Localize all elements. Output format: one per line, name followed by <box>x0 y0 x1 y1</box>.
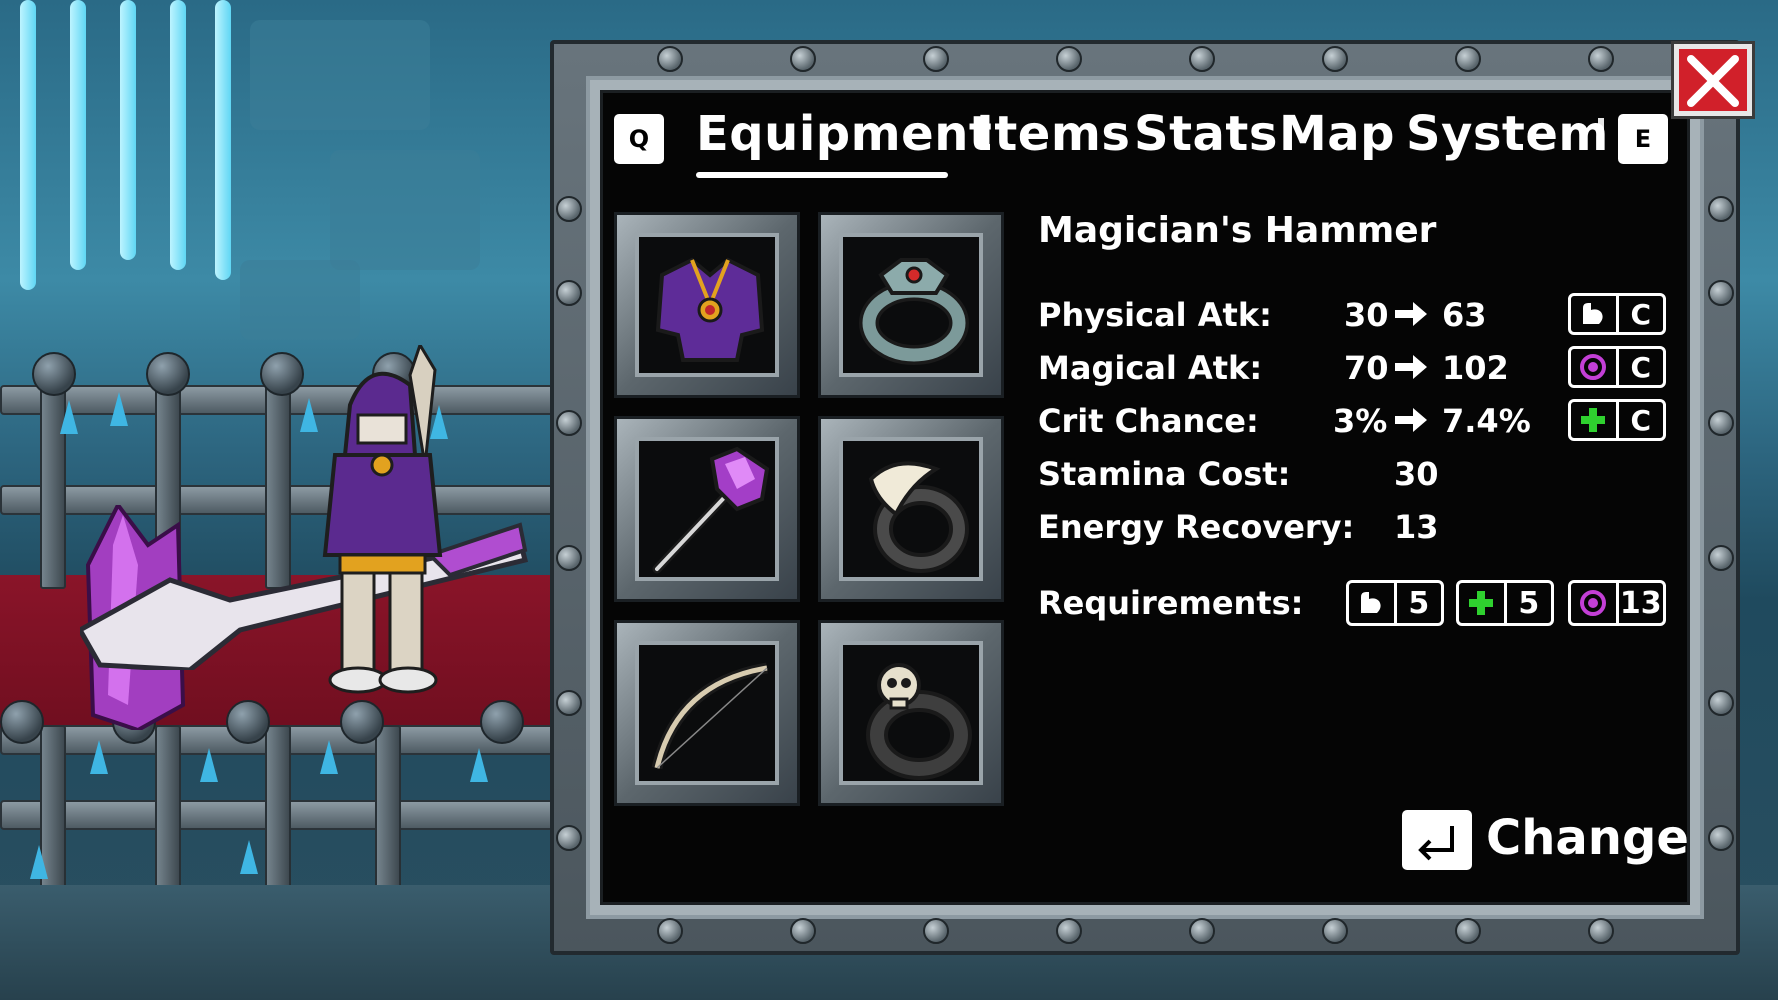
dexterity-icon <box>1459 583 1504 623</box>
equip-slot-armor[interactable] <box>614 212 800 398</box>
stat-label-magical-atk: Magical Atk: <box>1038 349 1263 387</box>
stat-label-physical-atk: Physical Atk: <box>1038 296 1272 334</box>
arrow-right-icon <box>1395 302 1427 326</box>
stat-to-magical-atk: 102 <box>1442 349 1509 387</box>
stat-from-magical-atk: 70 <box>1344 349 1389 387</box>
scaling-grade: C <box>1615 296 1664 332</box>
item-name: Magician's Hammer <box>1038 210 1437 251</box>
change-key[interactable] <box>1402 810 1472 870</box>
requirement-strength: 5 <box>1346 580 1444 626</box>
hidden-tab-edge <box>1598 118 1604 150</box>
tab-stats[interactable]: Stats <box>1134 106 1278 162</box>
requirement-magic: 13 <box>1568 580 1666 626</box>
active-tab-underline <box>696 172 948 178</box>
stat-label-crit-chance: Crit Chance: <box>1038 402 1259 440</box>
stat-value-energy-recovery: 13 <box>1394 508 1439 546</box>
requirements-label: Requirements: <box>1038 584 1304 622</box>
purple-armor-icon <box>655 257 765 362</box>
stat-label-energy-recovery: Energy Recovery: <box>1038 508 1355 546</box>
requirement-value: 5 <box>1393 583 1442 623</box>
arrow-right-icon <box>1395 408 1427 432</box>
scaling-grade: C <box>1615 402 1664 438</box>
stat-label-stamina-cost: Stamina Cost: <box>1038 455 1291 493</box>
enter-key-icon <box>1418 826 1454 861</box>
requirement-value: 13 <box>1615 583 1664 623</box>
equip-slot-ring-1[interactable] <box>818 212 1004 398</box>
equip-slot-weapon[interactable] <box>614 416 800 602</box>
close-button[interactable] <box>1674 44 1752 116</box>
hooded-mage-character <box>322 345 443 694</box>
magic-icon <box>1571 349 1616 385</box>
tab-system[interactable]: System <box>1406 106 1609 162</box>
requirement-dexterity: 5 <box>1456 580 1554 626</box>
crystal-hammer-icon <box>652 446 770 574</box>
requirement-value: 5 <box>1503 583 1552 623</box>
strength-icon <box>1571 296 1616 332</box>
fang-ring-icon <box>868 461 969 573</box>
close-icon <box>1687 55 1739 107</box>
tab-equipment[interactable]: Equipment <box>696 106 992 162</box>
equip-slot-offhand[interactable] <box>614 620 800 806</box>
skull-ring-icon <box>866 663 972 780</box>
equip-slot-ring-2[interactable] <box>818 416 1004 602</box>
arrow-right-icon <box>1395 355 1427 379</box>
bone-bow-icon <box>651 662 768 770</box>
stat-to-crit-chance: 7.4% <box>1442 402 1531 440</box>
scaling-grade: C <box>1615 349 1664 385</box>
stat-scaling-physical-atk: C <box>1568 293 1666 335</box>
stat-from-physical-atk: 30 <box>1344 296 1389 334</box>
tab-map[interactable]: Map <box>1279 106 1395 162</box>
stat-value-stamina-cost: 30 <box>1394 455 1439 493</box>
stat-scaling-magical-atk: C <box>1568 346 1666 388</box>
dexterity-icon <box>1571 402 1616 438</box>
stat-to-physical-atk: 63 <box>1442 296 1487 334</box>
stat-scaling-crit-chance: C <box>1568 399 1666 441</box>
equip-slot-ring-3[interactable] <box>818 620 1004 806</box>
jeweled-ring-icon <box>859 258 969 365</box>
stat-from-crit-chance: 3% <box>1333 402 1388 440</box>
tab-items[interactable]: Items <box>976 106 1130 162</box>
prev-tab-key[interactable]: Q <box>614 114 664 164</box>
next-tab-key[interactable]: E <box>1618 114 1668 164</box>
change-button-label[interactable]: Change <box>1486 810 1689 866</box>
magic-icon <box>1571 583 1616 623</box>
strength-icon <box>1349 583 1394 623</box>
